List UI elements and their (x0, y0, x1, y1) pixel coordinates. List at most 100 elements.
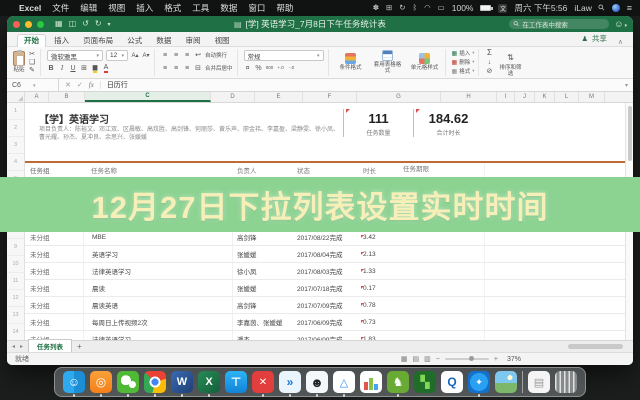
page-break-view-icon[interactable] (424, 355, 431, 363)
doc-title-cell[interactable]: 【学】英语学习 (39, 111, 109, 126)
formula-bar-expand-icon[interactable] (625, 82, 633, 89)
siri-icon[interactable] (612, 4, 620, 12)
decrease-decimal-icon[interactable] (288, 66, 296, 71)
clear-icon[interactable] (485, 68, 493, 75)
header-status[interactable]: 状态 (297, 165, 359, 175)
chart-icon[interactable] (360, 371, 382, 393)
cell-task-name[interactable]: 英语学习 (83, 246, 233, 262)
menu-item-data[interactable]: 数据 (220, 2, 237, 14)
cell-status[interactable]: 2017/08/04完成 (297, 249, 359, 259)
cancel-entry-icon[interactable] (65, 81, 71, 89)
cell-duration[interactable]: 0.73 (359, 319, 399, 326)
cell-duration[interactable]: 0.17 (359, 285, 399, 292)
assistant-app-label[interactable]: iLaw (574, 3, 591, 13)
align-bottom-icon[interactable] (183, 52, 191, 59)
cell-owner[interactable]: 徐小凤 (233, 266, 297, 276)
header-owner[interactable]: 负责人 (233, 165, 297, 175)
chrome-icon[interactable] (144, 371, 166, 393)
keynote-icon[interactable]: ⊤ (225, 371, 247, 393)
row-header[interactable]: 1 (7, 103, 24, 120)
row-header[interactable]: 2 (7, 120, 24, 137)
finder-icon[interactable]: ☺ (63, 371, 85, 393)
cell-task-group[interactable]: 未分组 (25, 266, 83, 276)
ribbon-tab[interactable]: 开始 (17, 34, 46, 48)
column-header[interactable]: A (25, 92, 49, 102)
row-header[interactable]: 14 (7, 324, 24, 340)
borders-button[interactable] (80, 65, 88, 72)
align-center-icon[interactable] (172, 65, 180, 72)
xmind-icon[interactable]: ✕ (252, 371, 274, 393)
bold-button[interactable] (47, 65, 55, 72)
cell-deadline[interactable] (399, 314, 485, 330)
copy-icon[interactable] (28, 59, 36, 66)
sort-filter-button[interactable]: 排序和筛选 (497, 47, 523, 77)
notification-center-icon[interactable] (627, 4, 632, 13)
cell-task-group[interactable]: 未分组 (25, 283, 83, 293)
column-header[interactable]: K (535, 92, 555, 102)
autosum-icon[interactable] (485, 49, 493, 57)
font-size-select[interactable]: 12 (106, 50, 128, 61)
status-app-icon[interactable] (373, 4, 379, 12)
cut-icon[interactable] (28, 51, 36, 58)
align-left-icon[interactable] (161, 65, 169, 72)
display-mirroring-icon[interactable] (438, 4, 445, 12)
confirm-entry-icon[interactable] (77, 81, 83, 89)
cell-status[interactable]: 2017/08/03完成 (297, 266, 359, 276)
wifi-icon[interactable] (424, 4, 431, 12)
cell-action-button[interactable]: 插入 (452, 49, 475, 57)
save-icon[interactable] (69, 20, 77, 28)
cell-deadline[interactable] (399, 246, 485, 262)
ribbon-tab[interactable]: 视图 (209, 35, 236, 47)
zoom-slider-knob[interactable] (469, 356, 474, 361)
cell-status[interactable]: 2017/07/09完成 (297, 300, 359, 310)
menu-item-insert[interactable]: 插入 (136, 2, 153, 14)
ribbon-tab[interactable]: 数据 (150, 35, 177, 47)
cell-styles-icon[interactable]: 单元格样式 (409, 53, 441, 71)
conditional-format-icon[interactable]: 条件格式 (335, 53, 367, 71)
cell-task-name[interactable]: 法律英语学习 (83, 331, 233, 340)
input-source-icon[interactable]: 文 (498, 4, 507, 13)
trash-icon[interactable] (555, 371, 577, 393)
row-header[interactable]: 9 (7, 239, 24, 256)
increase-font-icon[interactable] (131, 53, 139, 59)
cell-owner[interactable]: 李嘉茵、张媛媛 (233, 317, 297, 327)
ribbon-tab[interactable]: 公式 (121, 35, 148, 47)
music-icon[interactable]: ◎ (90, 371, 112, 393)
comma-format-icon[interactable] (266, 66, 274, 71)
menu-bar-clock[interactable]: 周六 下午5:56 (514, 2, 567, 14)
cell-duration[interactable]: 1.33 (359, 268, 399, 275)
header-duration[interactable]: 时长 (359, 165, 399, 175)
time-machine-icon[interactable] (399, 4, 405, 12)
accounting-format-icon[interactable] (244, 65, 252, 72)
horizontal-scrollbar-thumb[interactable] (568, 344, 623, 349)
project-owners-cell[interactable]: 项目负责人：陈裕文、邓江双、区晨敏、高炆胜、高剑锋、何丽莎、黄乐声、廖金祎、李嘉… (39, 127, 339, 142)
minimize-window-button[interactable] (25, 21, 32, 28)
zoom-out-button[interactable] (436, 356, 440, 363)
redo-icon[interactable] (95, 20, 102, 28)
header-task-name[interactable]: 任务名称 (83, 163, 233, 177)
cell-task-name[interactable]: 晨读英语 (83, 297, 233, 313)
cell-task-name[interactable]: 每周日上传视频2次 (83, 314, 233, 330)
cell-task-name[interactable]: 晨读 (83, 280, 233, 296)
cell-deadline[interactable] (399, 297, 485, 313)
column-header[interactable]: L (555, 92, 579, 102)
select-all-corner[interactable] (7, 92, 25, 102)
files-icon[interactable]: ▤ (528, 371, 550, 393)
add-sheet-button[interactable]: + (77, 342, 82, 351)
cell-action-button[interactable]: 格式 (452, 67, 475, 75)
photos-icon[interactable] (495, 371, 517, 393)
menu-item-view[interactable]: 视图 (108, 2, 125, 14)
safari-icon[interactable]: ✦ (468, 371, 490, 393)
fill-down-icon[interactable] (485, 59, 493, 66)
cell-duration[interactable]: 2.13 (359, 251, 399, 258)
ribbon-tab[interactable]: 审阅 (179, 35, 206, 47)
cell-task-group[interactable]: 未分组 (25, 300, 83, 310)
column-header[interactable]: E (255, 92, 303, 102)
quicktime-icon[interactable]: Q (441, 371, 463, 393)
increase-decimal-icon[interactable] (277, 66, 285, 71)
align-middle-icon[interactable] (172, 52, 180, 59)
cell-owner[interactable]: 高剑锋 (233, 300, 297, 310)
column-header[interactable]: F (303, 92, 357, 102)
menu-item-app[interactable]: Excel (19, 3, 41, 13)
cell-owner[interactable]: 高剑锋 (233, 232, 297, 242)
